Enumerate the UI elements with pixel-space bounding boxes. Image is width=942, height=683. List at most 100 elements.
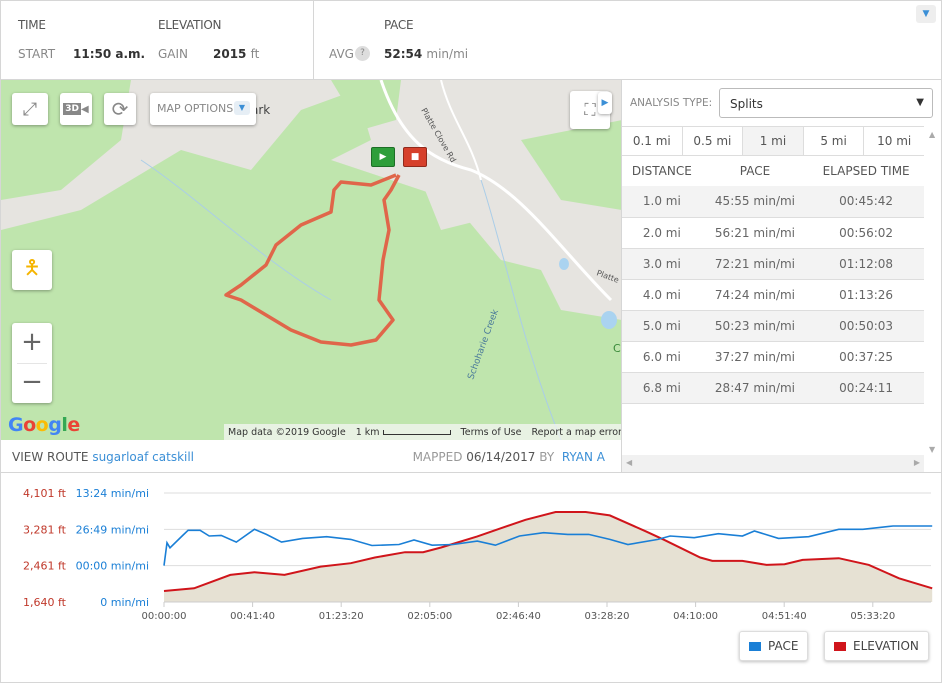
tab-0-1-mi[interactable]: 0.1 mi — [622, 127, 683, 155]
table-row: 6.0 mi 37:27 min/mi 00:37:25 — [622, 341, 924, 373]
end-marker-icon[interactable]: ■ — [403, 147, 427, 167]
header-pace: PACE — [739, 164, 771, 178]
legend-elevation-label: ELEVATION — [853, 639, 919, 653]
y-right-tick: 00:00 min/mi — [76, 560, 149, 573]
author-link[interactable]: RYAN A — [562, 450, 605, 464]
route-name-link[interactable]: sugarloaf catskill — [92, 450, 194, 464]
panel-toggle-icon[interactable]: ▶ — [598, 92, 612, 114]
map[interactable]: Platte Clove Rd Platte C Schoharie Creek… — [0, 80, 621, 440]
summary-bar: TIME START 11:50 a.m. ELEVATION GAIN 201… — [0, 0, 942, 80]
zoom-control: + − — [12, 323, 52, 403]
legend-elevation-toggle[interactable]: ELEVATION — [824, 631, 929, 661]
x-tick-label: 04:10:00 — [673, 611, 718, 622]
start-value: 11:50 a.m. — [73, 47, 146, 61]
avg-label: AVG — [329, 47, 354, 61]
time-label: TIME — [18, 18, 46, 32]
cell-distance: 6.8 mi — [622, 372, 702, 404]
cell-elapsed: 01:12:08 — [808, 248, 924, 280]
table-row: 3.0 mi 72:21 min/mi 01:12:08 — [622, 248, 924, 280]
pace-swatch — [749, 641, 761, 651]
cell-pace: 37:27 min/mi — [701, 341, 809, 373]
cell-distance: 4.0 mi — [622, 279, 702, 311]
3d-view-button[interactable]: 3D ◀ — [60, 93, 92, 125]
y-left-tick: 3,281 ft — [23, 523, 67, 536]
horizontal-scrollbar[interactable]: ◀ ▶ — [622, 455, 924, 472]
view-route-label: VIEW ROUTE — [12, 450, 89, 464]
x-tick-label: 00:41:40 — [230, 611, 275, 622]
map-canvas: Platte Clove Rd Platte C Schoharie Creek… — [1, 80, 621, 440]
y-right-tick: 13:24 min/mi — [76, 487, 149, 500]
elevation-swatch — [834, 641, 846, 651]
start-marker-icon[interactable]: ▶ — [371, 147, 395, 167]
x-tick-label: 05:33:20 — [850, 611, 895, 622]
rotate-icon[interactable]: ⟳ — [104, 93, 136, 125]
gain-unit: ft — [250, 47, 260, 61]
avg-pace-value: 52:54 min/mi — [384, 47, 468, 61]
terms-link[interactable]: Terms of Use — [461, 427, 522, 438]
cell-pace: 50:23 min/mi — [701, 310, 809, 342]
table-row: 5.0 mi 50:23 min/mi 00:50:03 — [622, 310, 924, 342]
by-label: BY — [539, 450, 555, 464]
analysis-type-select[interactable]: Splits ▼ — [719, 88, 933, 118]
zoom-out-button[interactable]: − — [17, 363, 47, 403]
table-row: 2.0 mi 56:21 min/mi 00:56:02 — [622, 217, 924, 249]
tab-5-mi[interactable]: 5 mi — [804, 127, 865, 155]
street-view-pegman-icon[interactable]: 🯅 — [12, 250, 52, 290]
table-row: 1.0 mi 45:55 min/mi 00:45:42 — [622, 186, 924, 218]
cell-pace: 74:24 min/mi — [701, 279, 809, 311]
cell-elapsed: 00:37:25 — [808, 341, 924, 373]
collapse-dropdown-button[interactable]: ▼ — [916, 5, 936, 23]
cell-pace: 72:21 min/mi — [701, 248, 809, 280]
x-tick-label: 04:51:40 — [762, 611, 807, 622]
cell-pace: 28:47 min/mi — [701, 372, 809, 404]
map-options-dropdown[interactable]: MAP OPTIONS ▼ — [150, 93, 256, 125]
vertical-scrollbar[interactable]: ▲ ▼ — [924, 126, 941, 456]
cell-elapsed: 00:24:11 — [808, 372, 924, 404]
elevation-label: ELEVATION — [158, 18, 222, 32]
splits-table: DISTANCE PACE ELAPSED TIME 1.0 mi 45:55 m… — [622, 156, 924, 404]
legend-pace-toggle[interactable]: PACE — [739, 631, 809, 661]
x-tick-label: 03:28:20 — [585, 611, 630, 622]
cell-elapsed: 00:56:02 — [808, 217, 924, 249]
scale-bar: 1 km — [356, 427, 451, 438]
pace-label: PACE — [384, 18, 414, 32]
map-attribution: Map data ©2019 Google 1 km Terms of Use … — [224, 424, 622, 440]
mapped-label: MAPPED — [412, 450, 463, 464]
tab-10-mi[interactable]: 10 mi — [864, 127, 924, 155]
cell-distance: 1.0 mi — [622, 186, 702, 218]
avg-unit: min/mi — [426, 47, 469, 61]
map-options-label: MAP OPTIONS — [157, 102, 234, 115]
map-data-text: Map data ©2019 Google — [228, 426, 346, 438]
legend-pace-label: PACE — [768, 639, 799, 653]
gain-value: 2015 ft — [213, 47, 259, 61]
gain-label: GAIN — [158, 47, 189, 61]
tab-0-5-mi[interactable]: 0.5 mi — [683, 127, 744, 155]
place-label-edge: C — [613, 342, 621, 355]
gain-number: 2015 — [213, 47, 247, 61]
start-label: START — [18, 47, 56, 61]
dropdown-arrow-icon: ▼ — [916, 97, 924, 108]
divider — [313, 1, 314, 80]
y-left-tick: 4,101 ft — [23, 487, 67, 500]
table-row: 4.0 mi 74:24 min/mi 01:13:26 — [622, 279, 924, 311]
y-right-tick: 26:49 min/mi — [76, 523, 149, 536]
report-error-link[interactable]: Report a map error — [531, 427, 621, 438]
chevron-down-icon: ▼ — [234, 101, 250, 115]
table-row: 6.8 mi 28:47 min/mi 00:24:11 — [622, 372, 924, 404]
x-tick-label: 00:00:00 — [142, 611, 187, 622]
3d-icon: 3D — [63, 103, 82, 115]
cell-elapsed: 00:50:03 — [808, 310, 924, 342]
y-left-tick: 2,461 ft — [23, 560, 67, 573]
header-distance: DISTANCE — [631, 164, 692, 178]
zoom-in-button[interactable]: + — [21, 323, 43, 363]
cell-distance: 6.0 mi — [622, 341, 702, 373]
analysis-type-label: ANALYSIS TYPE: — [630, 97, 713, 109]
fullscreen-expand-icon[interactable]: ⤢ — [12, 93, 48, 125]
cell-elapsed: 00:45:42 — [808, 186, 924, 218]
cell-distance: 5.0 mi — [622, 310, 702, 342]
cell-pace: 45:55 min/mi — [701, 186, 809, 218]
tab-1-mi[interactable]: 1 mi — [743, 127, 804, 155]
google-logo: Google — [8, 414, 80, 436]
analysis-panel: ANALYSIS TYPE: Splits ▼ 0.1 mi 0.5 mi 1 m… — [621, 80, 942, 473]
help-icon[interactable]: ? — [355, 46, 370, 61]
